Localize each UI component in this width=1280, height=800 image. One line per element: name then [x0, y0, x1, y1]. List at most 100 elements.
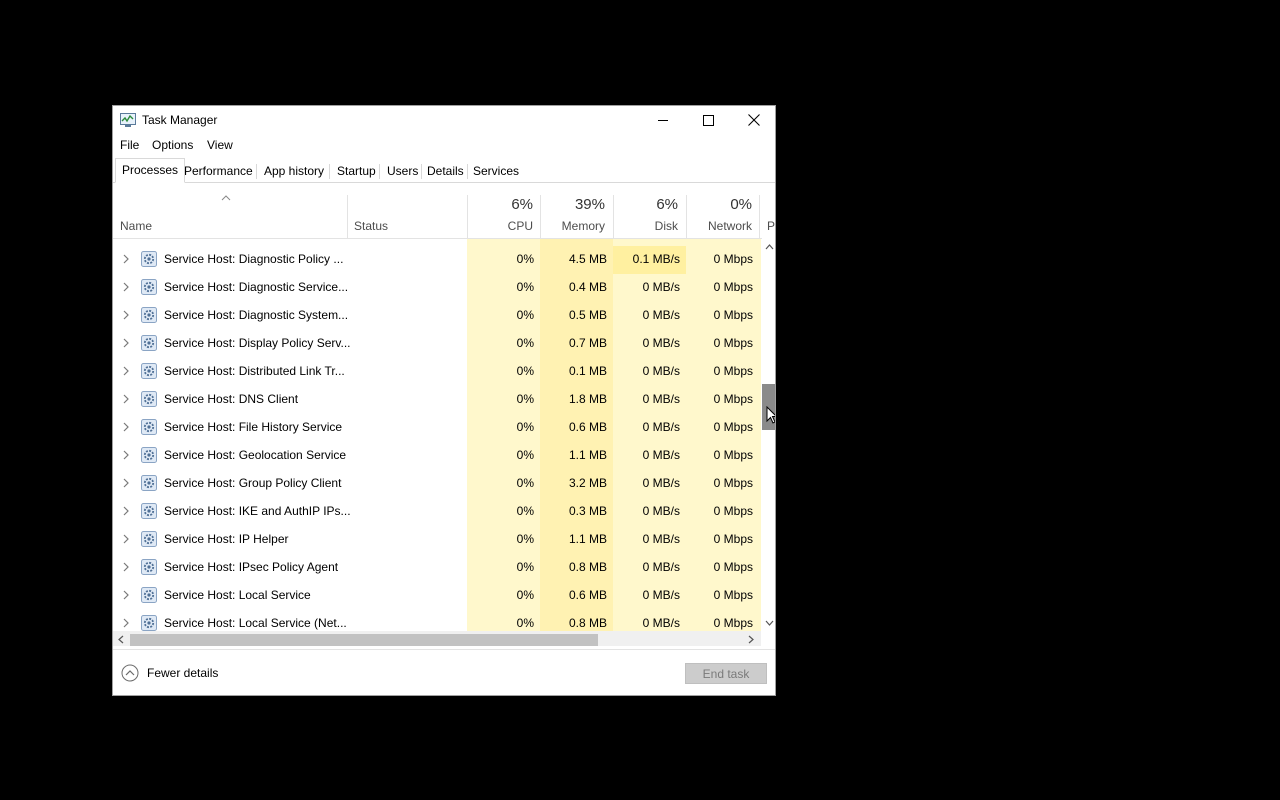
process-memory: 0.8 MB: [568, 616, 607, 630]
menu-file[interactable]: File: [120, 138, 139, 152]
scroll-up-icon[interactable]: [765, 244, 774, 250]
process-disk: 0 MB/s: [642, 308, 680, 322]
close-icon: [748, 114, 760, 126]
maximize-button[interactable]: [685, 106, 731, 134]
column-cpu[interactable]: CPU: [508, 219, 533, 233]
close-button[interactable]: [731, 106, 775, 134]
chevron-right-icon[interactable]: [121, 280, 131, 294]
process-memory: 0.6 MB: [568, 420, 607, 434]
tab-processes[interactable]: Processes: [115, 158, 186, 183]
process-network: 0 Mbps: [713, 280, 753, 294]
table-row[interactable]: Service Host: IKE and AuthIP IPs... 0% 0.3…: [113, 498, 761, 526]
column-divider: [467, 195, 468, 238]
tab-services[interactable]: Services: [469, 161, 523, 182]
table-row[interactable]: Service Host: IP Helper 0% 1.1 MB 0 MB/s 0 M…: [113, 526, 761, 554]
menu-options[interactable]: Options: [152, 138, 193, 152]
process-network: 0 Mbps: [713, 336, 753, 350]
end-task-button[interactable]: End task: [685, 663, 767, 684]
tab-strip: Processes Performance App history Startu…: [113, 158, 775, 183]
process-disk: 0 MB/s: [642, 560, 680, 574]
column-divider: [347, 195, 348, 238]
gear-icon: [141, 363, 157, 379]
process-network: 0 Mbps: [713, 616, 753, 630]
process-disk: 0 MB/s: [642, 420, 680, 434]
process-name: Service Host: IPsec Policy Agent: [164, 560, 339, 574]
menu-view[interactable]: View: [207, 138, 233, 152]
chevron-right-icon[interactable]: [121, 504, 131, 518]
process-name: Service Host: Diagnostic Service...: [164, 280, 349, 294]
chevron-right-icon[interactable]: [121, 560, 131, 574]
tab-separator: [421, 164, 422, 179]
table-row[interactable]: Service Host: Diagnostic Policy ... 0% 4.5…: [113, 246, 761, 274]
sort-up-icon[interactable]: [221, 195, 231, 201]
chevron-right-icon[interactable]: [121, 308, 131, 322]
process-name: Service Host: Group Policy Client: [164, 476, 342, 490]
table-row[interactable]: Service Host: IPsec Policy Agent 0% 0.8 MB…: [113, 554, 761, 582]
gear-icon: [141, 419, 157, 435]
column-network[interactable]: Network: [708, 219, 752, 233]
table-row[interactable]: Service Host: Local Service 0% 0.6 MB 0 MB/…: [113, 582, 761, 610]
minimize-icon: [657, 119, 668, 121]
process-name: Service Host: Local Service (Net...: [164, 616, 347, 630]
column-status[interactable]: Status: [354, 219, 388, 233]
chevron-right-icon[interactable]: [121, 616, 131, 630]
table-row[interactable]: Service Host: Diagnostic Service... 0% 0.4…: [113, 274, 761, 302]
process-cpu: 0%: [516, 616, 534, 630]
table-row[interactable]: Service Host: Display Policy Serv... 0% 0.…: [113, 330, 761, 358]
table-row[interactable]: Service Host: Distributed Link Tr... 0% 0.…: [113, 358, 761, 386]
scroll-down-icon[interactable]: [765, 620, 774, 626]
chevron-right-icon[interactable]: [121, 588, 131, 602]
column-name[interactable]: Name: [120, 219, 152, 233]
process-cpu: 0%: [516, 476, 534, 490]
tab-separator: [256, 164, 257, 179]
vertical-scrollbar[interactable]: [762, 238, 775, 631]
chevron-right-icon[interactable]: [121, 336, 131, 350]
minimize-button[interactable]: [640, 106, 686, 134]
table-row[interactable]: Service Host: Group Policy Client 0% 3.2 M…: [113, 470, 761, 498]
process-disk: 0 MB/s: [642, 392, 680, 406]
scroll-right-icon[interactable]: [748, 635, 754, 644]
tab-performance[interactable]: Performance: [180, 161, 257, 182]
scroll-left-icon[interactable]: [118, 635, 124, 644]
tab-users[interactable]: Users: [383, 161, 422, 182]
window-title: Task Manager: [142, 113, 218, 127]
process-network: 0 Mbps: [713, 308, 753, 322]
desktop: { "window": { "title": "Task Manager" },…: [0, 0, 1280, 800]
column-memory[interactable]: Memory: [562, 219, 605, 233]
gear-icon: [141, 391, 157, 407]
process-name: Service Host: DNS Client: [164, 392, 299, 406]
column-disk[interactable]: Disk: [655, 219, 678, 233]
chevron-right-icon[interactable]: [121, 448, 131, 462]
horizontal-scroll-thumb[interactable]: [130, 634, 598, 646]
process-disk: 0 MB/s: [642, 280, 680, 294]
tab-app-history[interactable]: App history: [260, 161, 328, 182]
chevron-right-icon[interactable]: [121, 476, 131, 490]
chevron-right-icon[interactable]: [121, 392, 131, 406]
process-cpu: 0%: [516, 532, 534, 546]
table-row[interactable]: Service Host: DNS Client 0% 1.8 MB 0 MB/s 0 …: [113, 386, 761, 414]
process-network: 0 Mbps: [713, 504, 753, 518]
process-list: Service Host: Diagnostic Policy ... 0% 4.5…: [113, 244, 761, 634]
tab-startup[interactable]: Startup: [333, 161, 380, 182]
chevron-right-icon[interactable]: [121, 252, 131, 266]
table-row[interactable]: Service Host: File History Service 0% 0.6 …: [113, 414, 761, 442]
gear-icon: [141, 251, 157, 267]
maximize-icon: [702, 114, 714, 126]
tab-details[interactable]: Details: [423, 161, 468, 182]
process-memory: 0.8 MB: [568, 560, 607, 574]
process-memory: 1.1 MB: [568, 532, 607, 546]
table-row[interactable]: Service Host: Geolocation Service 0% 1.1 M…: [113, 442, 761, 470]
title-bar[interactable]: Task Manager: [113, 106, 775, 134]
gear-icon: [141, 307, 157, 323]
process-cpu: 0%: [516, 448, 534, 462]
process-cpu: 0%: [516, 336, 534, 350]
chevron-right-icon[interactable]: [121, 364, 131, 378]
chevron-right-icon[interactable]: [121, 532, 131, 546]
chevron-right-icon[interactable]: [121, 420, 131, 434]
process-name: Service Host: Display Policy Serv...: [164, 336, 351, 350]
table-row[interactable]: Service Host: Diagnostic System... 0% 0.5 …: [113, 302, 761, 330]
process-cpu: 0%: [516, 252, 534, 266]
column-divider: [759, 195, 760, 238]
column-power-partial[interactable]: P: [767, 219, 775, 233]
process-memory: 0.3 MB: [568, 504, 607, 518]
